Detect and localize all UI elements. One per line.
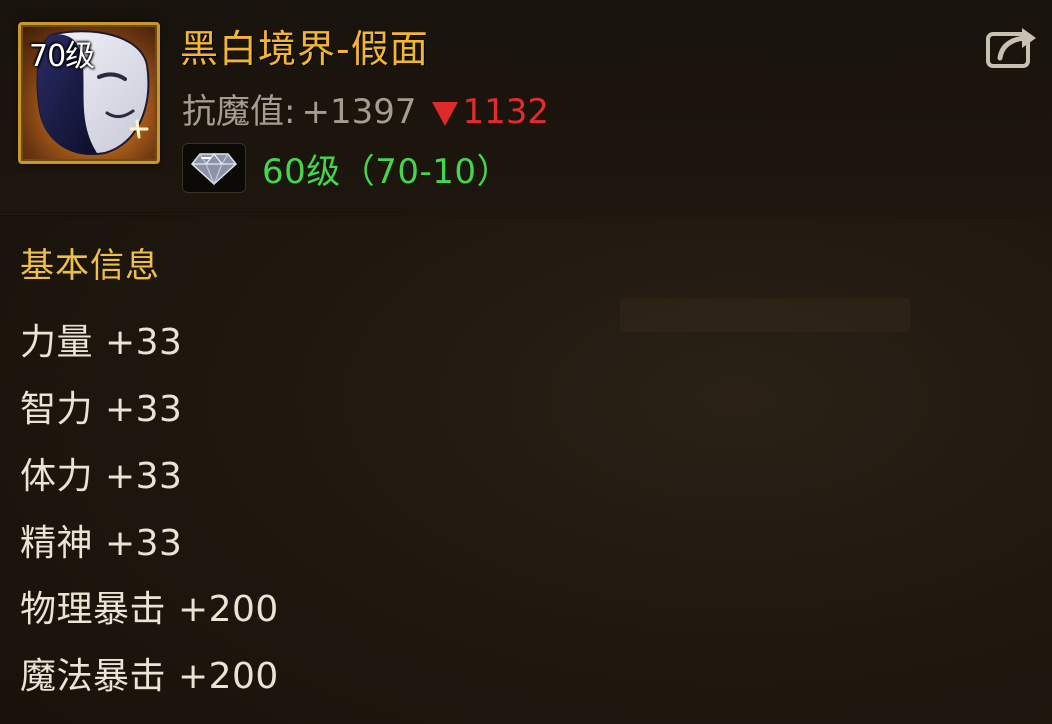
- diamond-gem-graphic: [190, 153, 238, 186]
- stat-spirit: 精神 +33: [20, 523, 183, 564]
- stat-stamina: 体力 +33: [20, 456, 183, 497]
- diamond-gem-icon[interactable]: [182, 143, 246, 193]
- section-title-basic-info: 基本信息: [20, 246, 160, 286]
- stat-intelligence: 智力 +33: [20, 389, 183, 430]
- gem-level-text: 60级（70-10）: [262, 151, 512, 192]
- share-icon[interactable]: [984, 22, 1040, 70]
- down-triangle-icon: [432, 102, 459, 126]
- resist-delta: 1132: [462, 92, 550, 132]
- resist-row: 抗魔值: +1397 1132: [182, 92, 549, 132]
- item-icon-frame[interactable]: 70级: [18, 22, 160, 164]
- resist-label: 抗魔值:: [182, 92, 296, 132]
- item-name: 黑白境界-假面: [180, 27, 429, 71]
- item-tooltip: 70级 黑白境界-假面 抗魔值: +1397 1132 60级（70-10） 基…: [0, 0, 1052, 724]
- item-level-badge: 70级: [29, 39, 95, 74]
- stat-strength: 力量 +33: [20, 322, 183, 363]
- resist-value: +1397: [301, 92, 417, 132]
- stat-physical-crit: 物理暴击 +200: [20, 589, 279, 630]
- background-blur-bar: [620, 298, 910, 332]
- gem-row: 60级（70-10）: [182, 143, 511, 193]
- item-header: 70级 黑白境界-假面 抗魔值: +1397 1132 60级（70-10）: [0, 0, 1052, 218]
- stat-magic-crit: 魔法暴击 +200: [20, 656, 279, 697]
